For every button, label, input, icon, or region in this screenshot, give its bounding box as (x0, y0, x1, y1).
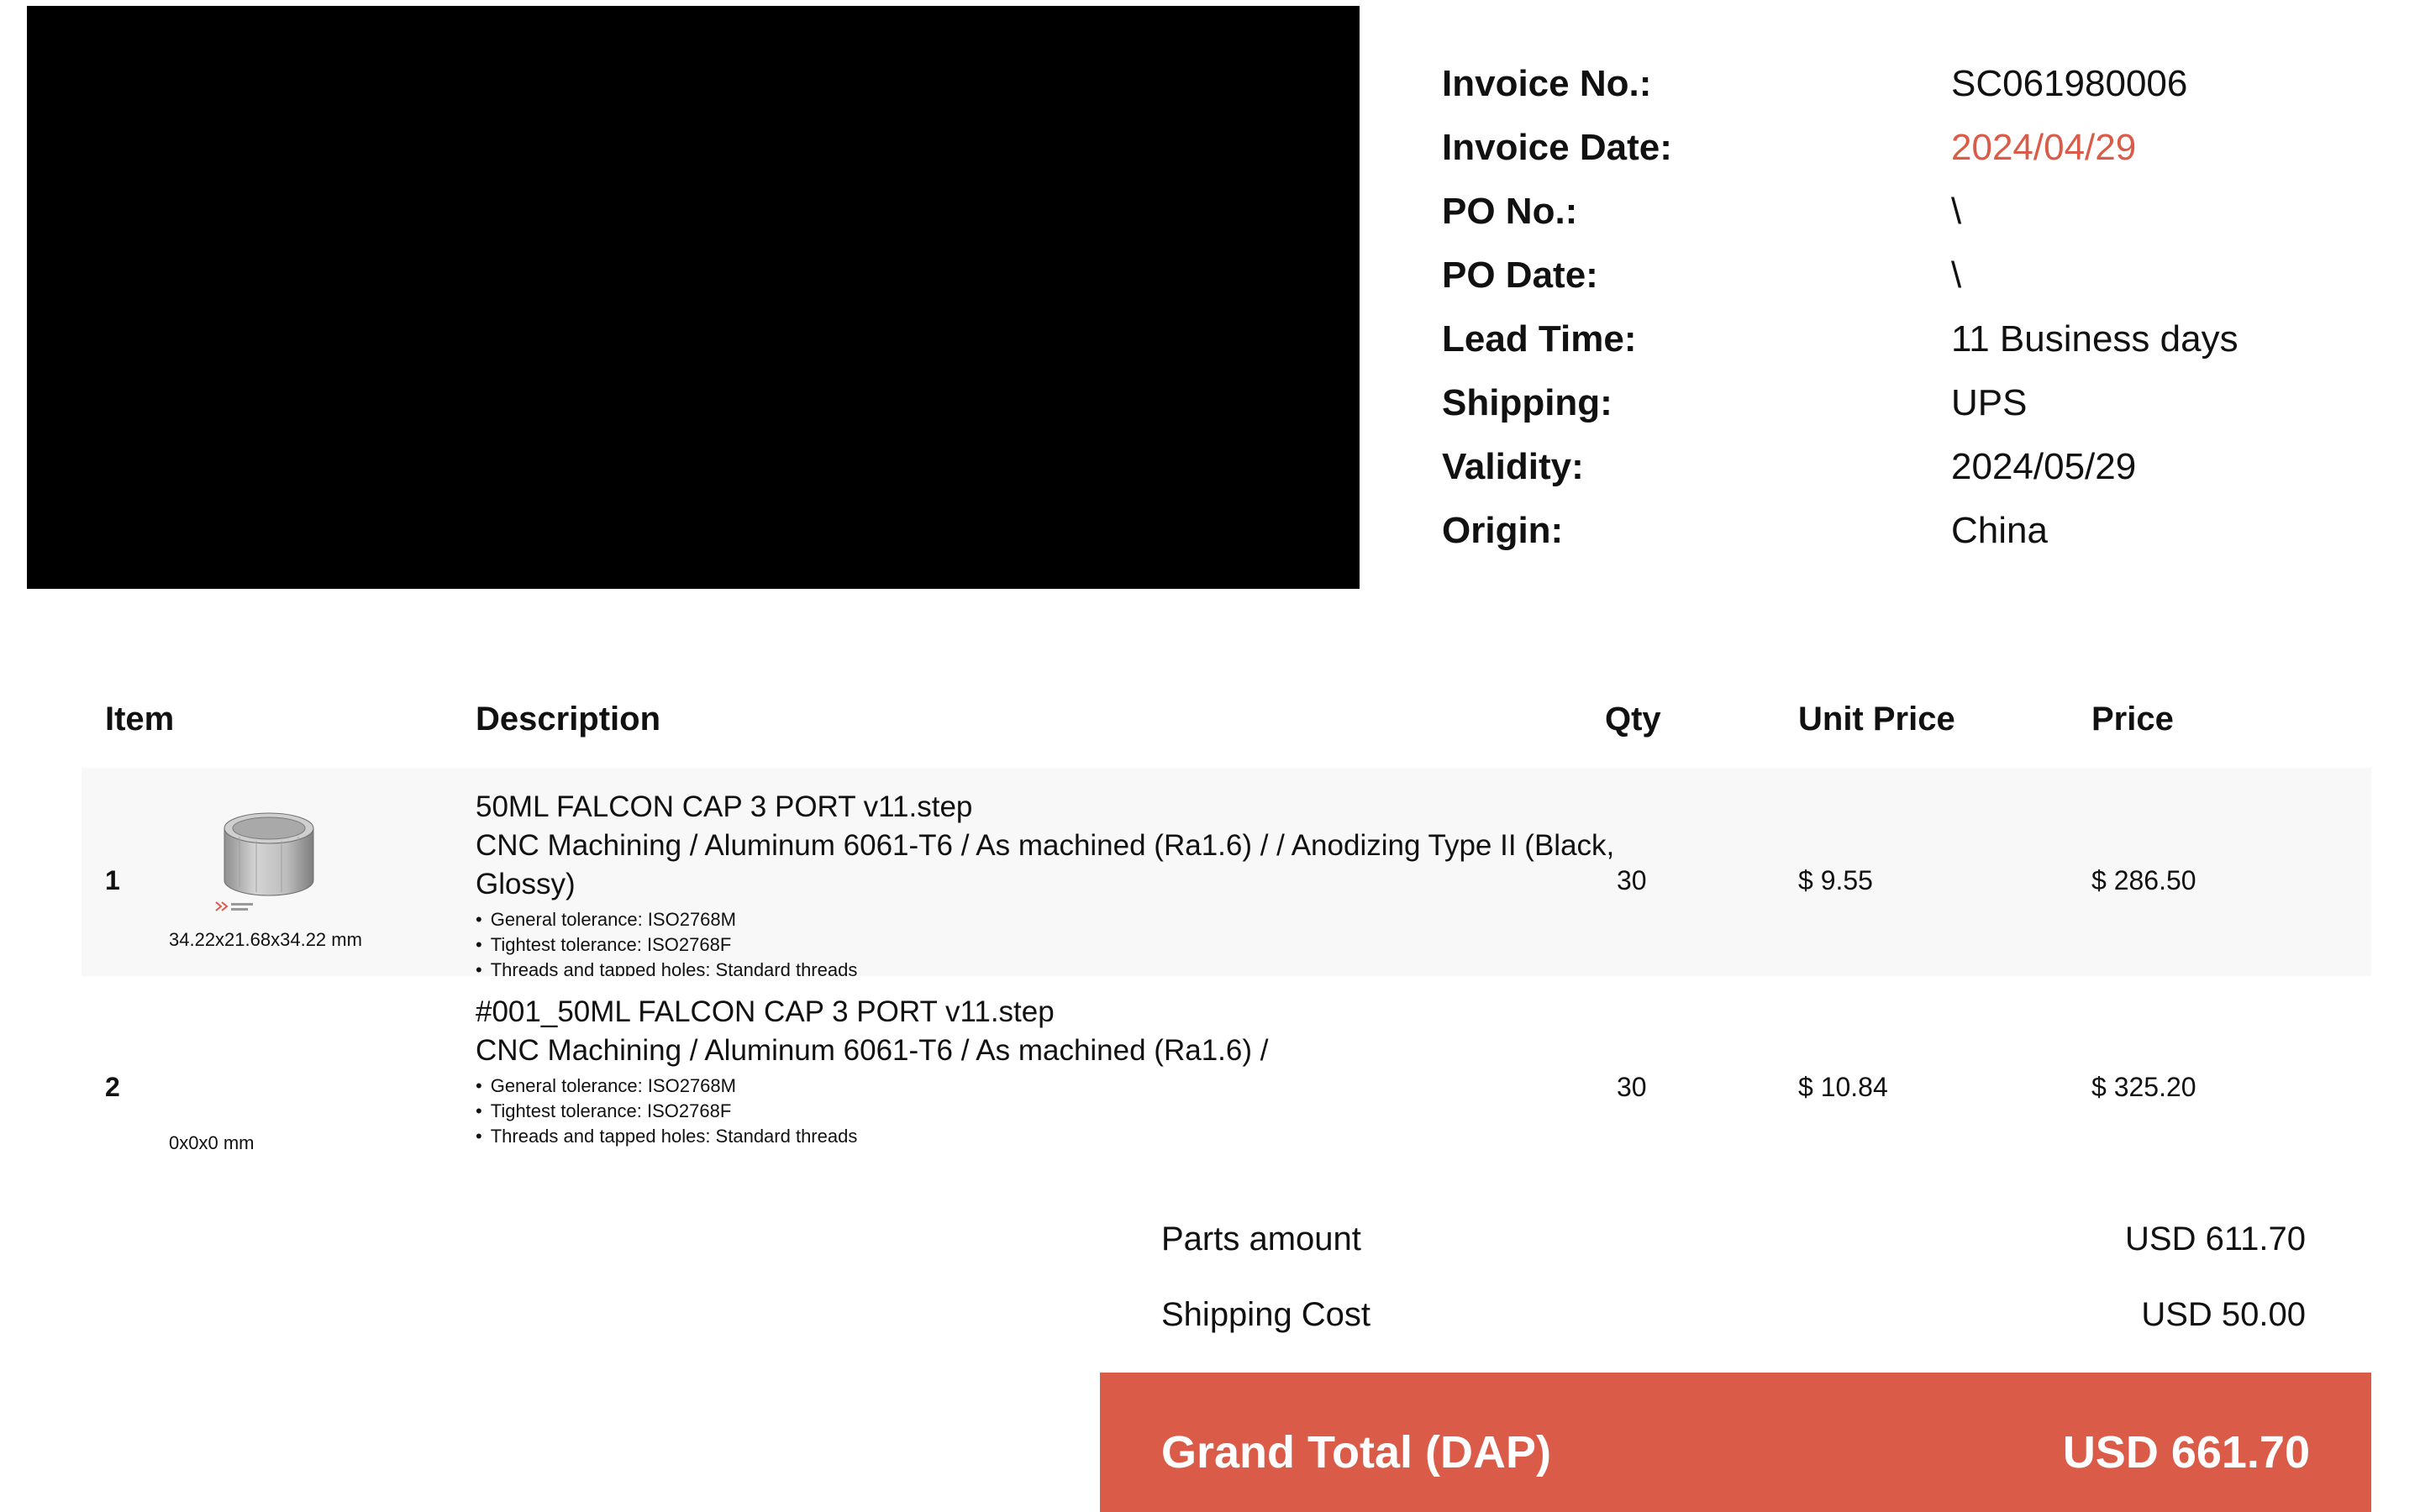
part-filename: #001_50ML FALCON CAP 3 PORT v11.step (476, 995, 1055, 1028)
header-qty: Qty (1605, 701, 1661, 738)
po-date-label: PO Date: (1442, 255, 1598, 296)
invoice-date-row: Invoice Date: 2024/04/29 (1442, 116, 2383, 180)
shipping-label: Shipping: (1442, 382, 1612, 423)
part-dimensions: 0x0x0 mm (169, 1132, 255, 1153)
po-date-value: \ (1951, 255, 1962, 296)
lead-time-row: Lead Time: 11 Business days (1442, 307, 2383, 371)
invoice-number-label: Invoice No.: (1442, 63, 1652, 104)
spec-item: General tolerance: ISO2768M (476, 1074, 1618, 1099)
header-item: Item (105, 701, 175, 738)
po-number-value: \ (1951, 191, 1962, 232)
parts-amount-value: USD 611.70 (2125, 1221, 2306, 1257)
item-qty: 30 (1617, 865, 1647, 895)
header-unit-price: Unit Price (1798, 701, 1955, 738)
spec-item: General tolerance: ISO2768M (476, 907, 1618, 932)
spec-item: Threads and tapped holes: Standard threa… (476, 1124, 1618, 1149)
grand-total-label: Grand Total (DAP) (1161, 1427, 1551, 1478)
validity-value: 2024/05/29 (1951, 446, 2137, 487)
table-header: Item Description Qty Unit Price Price (82, 689, 2371, 749)
grand-total-banner: Grand Total (DAP) USD 661.70 (1100, 1373, 2371, 1512)
part-process: CNC Machining / Aluminum 6061-T6 / As ma… (476, 829, 1615, 900)
shipping-cost-label: Shipping Cost (1161, 1296, 1371, 1333)
invoice-number-row: Invoice No.: SC061980006 (1442, 52, 2383, 116)
part-thumbnail (215, 812, 314, 911)
po-number-row: PO No.: \ (1442, 180, 2383, 244)
item-unit-price: $ 9.55 (1798, 865, 1873, 895)
origin-row: Origin: China (1442, 499, 2383, 563)
header-price: Price (2091, 701, 2174, 738)
item-price: $ 325.20 (2091, 1072, 2196, 1102)
item-description: #001_50ML FALCON CAP 3 PORT v11.step CNC… (476, 993, 1618, 1149)
lead-time-label: Lead Time: (1442, 318, 1637, 360)
shipping-row: Shipping: UPS (1442, 371, 2383, 435)
item-description: 50ML FALCON CAP 3 PORT v11.step CNC Mach… (476, 788, 1618, 976)
shipping-cost-value: USD 50.00 (2141, 1296, 2306, 1333)
invoice-details: Invoice No.: SC061980006 Invoice Date: 2… (1442, 52, 2383, 563)
item-number: 2 (105, 1072, 120, 1102)
spec-list: General tolerance: ISO2768M Tightest tol… (476, 907, 1618, 976)
origin-label: Origin: (1442, 510, 1564, 551)
parts-amount-row: Parts amount USD 611.70 (1161, 1210, 2306, 1268)
item-number: 1 (105, 865, 120, 895)
grand-total-value: USD 661.70 (2062, 1427, 2310, 1478)
part-filename: 50ML FALCON CAP 3 PORT v11.step (476, 790, 973, 823)
validity-label: Validity: (1442, 446, 1584, 487)
spec-item: Threads and tapped holes: Standard threa… (476, 958, 1618, 976)
shipping-value: UPS (1951, 382, 2028, 423)
lead-time-value: 11 Business days (1951, 318, 2238, 360)
header-description: Description (476, 701, 661, 738)
spec-item: Tightest tolerance: ISO2768F (476, 1099, 1618, 1124)
part-process: CNC Machining / Aluminum 6061-T6 / As ma… (476, 1034, 1269, 1067)
validity-row: Validity: 2024/05/29 (1442, 435, 2383, 499)
redacted-block (27, 6, 1360, 589)
part-dimensions: 34.22x21.68x34.22 mm (169, 929, 362, 950)
item-unit-price: $ 10.84 (1798, 1072, 1888, 1102)
invoice-date-label: Invoice Date: (1442, 127, 1672, 168)
spec-list: General tolerance: ISO2768M Tightest tol… (476, 1074, 1618, 1149)
origin-value: China (1951, 510, 2048, 551)
po-date-row: PO Date: \ (1442, 244, 2383, 307)
table-row: 2 0x0x0 mm #001_50ML FALCON CAP 3 PORT v… (82, 976, 2371, 1186)
item-price: $ 286.50 (2091, 865, 2196, 895)
spec-item: Tightest tolerance: ISO2768F (476, 932, 1618, 958)
table-row: 1 34.22x21.68x34.22 mm 50ML FALCON CAP 3… (82, 768, 2371, 976)
shipping-cost-row: Shipping Cost USD 50.00 (1161, 1285, 2306, 1344)
invoice-number-value: SC061980006 (1951, 63, 2188, 104)
invoice-date-value: 2024/04/29 (1951, 127, 2137, 168)
po-number-label: PO No.: (1442, 191, 1578, 232)
item-qty: 30 (1617, 1072, 1647, 1102)
parts-amount-label: Parts amount (1161, 1221, 1361, 1257)
